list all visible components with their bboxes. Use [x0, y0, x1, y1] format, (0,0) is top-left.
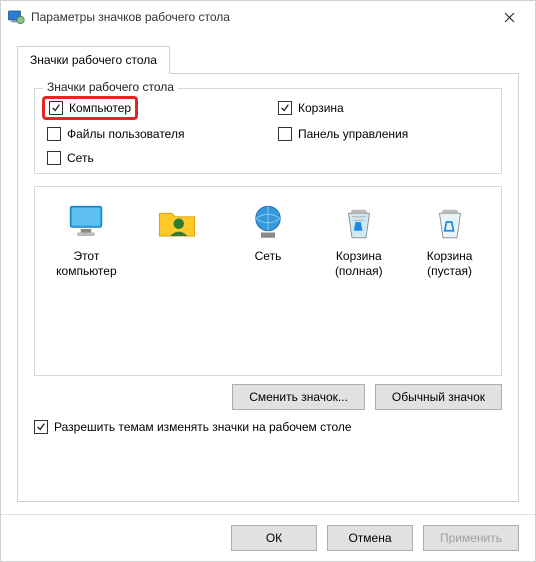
icon-grid: Этот компьютер Сеть — [45, 201, 491, 279]
checkbox-grid: Компьютер Корзина Файлы пользователя — [47, 99, 489, 165]
checkbox-label: Файлы пользователя — [67, 127, 184, 141]
checkbox-userfiles[interactable] — [47, 127, 61, 141]
checkbox-row-computer[interactable]: Компьютер — [42, 96, 138, 120]
apply-button[interactable]: Применить — [423, 525, 519, 551]
dialog-window: Параметры значков рабочего стола Значки … — [0, 0, 536, 562]
tab-panel: Значки рабочего стола Компьютер Корзина — [17, 73, 519, 502]
monitor-settings-icon — [7, 8, 25, 26]
group-desktop-icons: Значки рабочего стола Компьютер Корзина — [34, 88, 502, 174]
checkbox-controlpanel[interactable] — [278, 127, 292, 141]
checkbox-label: Разрешить темам изменять значки на рабоч… — [54, 420, 352, 434]
change-icon-button[interactable]: Сменить значок... — [232, 384, 365, 410]
checkbox-label: Сеть — [67, 151, 94, 165]
icon-label: Сеть — [255, 249, 282, 279]
icon-recyclebin-empty[interactable]: Корзина (пустая) — [408, 201, 491, 279]
recyclebin-empty-icon — [429, 201, 471, 243]
group-title: Значки рабочего стола — [43, 80, 178, 94]
icon-user-folder[interactable] — [136, 201, 219, 279]
button-label: Применить — [440, 531, 502, 545]
checkbox-row-recyclebin[interactable]: Корзина — [278, 99, 489, 117]
checkbox-row-allow-themes[interactable]: Разрешить темам изменять значки на рабоч… — [34, 420, 502, 434]
checkbox-recyclebin[interactable] — [278, 101, 292, 115]
checkbox-label: Компьютер — [69, 101, 131, 115]
icon-recyclebin-full[interactable]: Корзина (полная) — [317, 201, 400, 279]
titlebar: Параметры значков рабочего стола — [1, 1, 535, 33]
checkbox-network[interactable] — [47, 151, 61, 165]
icon-network[interactable]: Сеть — [227, 201, 310, 279]
button-label: Отмена — [348, 531, 391, 545]
tab-label: Значки рабочего стола — [30, 53, 157, 67]
default-icon-button[interactable]: Обычный значок — [375, 384, 502, 410]
button-label: ОК — [266, 531, 282, 545]
icon-label: Корзина (полная) — [317, 249, 400, 279]
recyclebin-full-icon — [338, 201, 380, 243]
checkbox-row-network[interactable]: Сеть — [47, 151, 258, 165]
icon-label: Этот компьютер — [45, 249, 128, 279]
cancel-button[interactable]: Отмена — [327, 525, 413, 551]
tab-desktop-icons[interactable]: Значки рабочего стола — [17, 46, 170, 74]
ok-button[interactable]: ОК — [231, 525, 317, 551]
button-label: Обычный значок — [392, 390, 485, 404]
icon-label: Корзина (пустая) — [408, 249, 491, 279]
icon-button-row: Сменить значок... Обычный значок — [34, 384, 502, 410]
checkbox-row-controlpanel[interactable]: Панель управления — [278, 127, 489, 141]
icon-preview-area: Этот компьютер Сеть — [34, 186, 502, 376]
dialog-footer: ОК Отмена Применить — [1, 514, 535, 561]
icon-this-pc[interactable]: Этот компьютер — [45, 201, 128, 279]
globe-icon — [247, 201, 289, 243]
checkbox-allow-themes[interactable] — [34, 420, 48, 434]
window-title: Параметры значков рабочего стола — [31, 10, 489, 24]
dialog-content: Значки рабочего стола Значки рабочего ст… — [1, 33, 535, 514]
monitor-icon — [65, 201, 107, 243]
checkbox-computer[interactable] — [49, 101, 63, 115]
checkbox-row-userfiles[interactable]: Файлы пользователя — [47, 127, 258, 141]
checkbox-label: Панель управления — [298, 127, 408, 141]
tabstrip: Значки рабочего стола — [17, 45, 519, 73]
checkbox-label: Корзина — [298, 101, 344, 115]
button-label: Сменить значок... — [249, 390, 348, 404]
close-button[interactable] — [489, 2, 529, 32]
user-folder-icon — [156, 201, 198, 243]
